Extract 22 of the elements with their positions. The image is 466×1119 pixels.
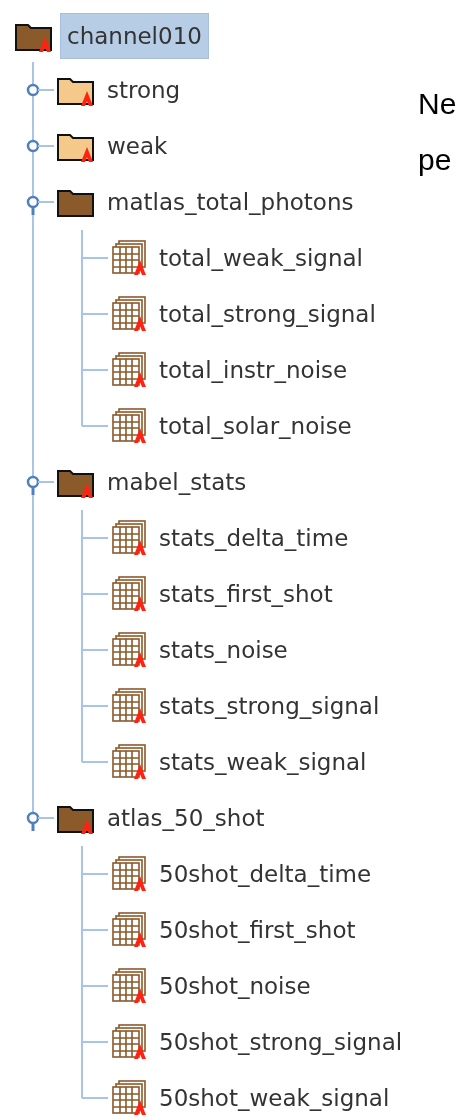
tree-item[interactable]: total_solar_noise [154,406,357,446]
tree-item[interactable]: total_strong_signal [154,294,381,334]
tree-item[interactable]: stats_first_shot [154,574,338,614]
tree-item[interactable]: atlas_50_shot [102,798,270,838]
tree-item[interactable]: 50shot_noise [154,966,316,1006]
tree-item[interactable]: stats_noise [154,630,293,670]
tree-item[interactable]: 50shot_weak_signal [154,1078,395,1118]
tree-item[interactable]: channel010 [60,13,209,59]
tree-item[interactable]: 50shot_first_shot [154,910,361,950]
tree-item[interactable]: stats_delta_time [154,518,354,558]
tree-item[interactable]: mabel_stats [102,462,252,502]
tree-item[interactable]: stats_strong_signal [154,686,385,726]
tree-item[interactable]: 50shot_delta_time [154,854,377,894]
tree-item[interactable]: 50shot_strong_signal [154,1022,408,1062]
slide-text: Ne [418,86,457,122]
tree-item[interactable]: strong [102,70,186,110]
tree-item[interactable]: weak [102,126,173,166]
slide-text: pe [418,142,453,178]
tree-item[interactable]: matlas_total_photons [102,182,359,222]
tree-item[interactable]: total_weak_signal [154,238,368,278]
tree-item[interactable]: stats_weak_signal [154,742,372,782]
tree-item[interactable]: total_instr_noise [154,350,353,390]
